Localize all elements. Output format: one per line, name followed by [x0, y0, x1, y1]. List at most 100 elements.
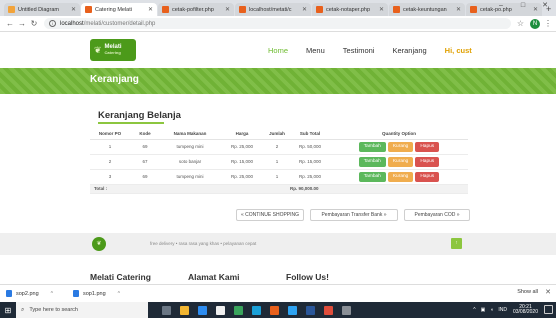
chevron-up-icon[interactable]: ^: [51, 291, 53, 297]
forward-arrow-icon[interactable]: →: [16, 19, 28, 28]
favicon-icon: [239, 6, 246, 13]
taskbar-apps: [162, 305, 360, 315]
show-all-button[interactable]: Show all: [517, 289, 538, 295]
clock[interactable]: 20:21 03/08/2020: [513, 304, 538, 316]
main-nav: Home Menu Testimoni Keranjang Hi, cust: [268, 32, 490, 68]
url-path: /melati/customer/detail.php: [83, 20, 156, 27]
table-header-row: Nomor PO Kode Nama Makanan Harga Jumlah …: [90, 129, 468, 140]
browser-tab[interactable]: Catering Melati ✕: [81, 3, 157, 16]
store-icon[interactable]: [216, 305, 225, 315]
language-indicator[interactable]: IND: [498, 307, 507, 313]
tambah-button[interactable]: Tambah: [358, 141, 386, 152]
hapus-button[interactable]: Hapus: [415, 171, 440, 182]
user-greeting[interactable]: Hi, cust: [445, 46, 472, 55]
minimize-button[interactable]: –: [490, 0, 512, 12]
vscode-icon[interactable]: [288, 305, 297, 315]
tambah-button[interactable]: Tambah: [358, 171, 386, 182]
browser-menu-icon[interactable]: ⋮: [544, 19, 552, 28]
notification-icon[interactable]: [544, 305, 553, 314]
continue-shopping-button[interactable]: « CONTINUE SHOPPING: [236, 209, 304, 221]
total-label: Total :: [90, 184, 290, 194]
cell-kode: 69: [130, 169, 160, 185]
kurang-button[interactable]: Kurang: [387, 141, 414, 152]
profile-avatar[interactable]: N: [530, 18, 540, 29]
back-to-top-button[interactable]: ↑: [451, 238, 462, 249]
nav-testimoni[interactable]: Testimoni: [343, 46, 375, 55]
file-explorer-icon[interactable]: [180, 305, 189, 315]
kurang-button[interactable]: Kurang: [387, 171, 414, 182]
bookmark-star-icon[interactable]: ☆: [517, 19, 524, 28]
promo-strip: ❦ free delivery • rasa rasa yang khas • …: [0, 233, 556, 255]
cell-harga: Rp. 15,000: [220, 154, 264, 170]
reload-icon[interactable]: ↻: [28, 19, 40, 28]
favicon-icon: [85, 6, 92, 13]
window-controls: – □ ✕: [490, 0, 556, 12]
kurang-button[interactable]: Kurang: [387, 156, 414, 167]
snipping-icon[interactable]: [342, 305, 351, 315]
col-harga: Harga: [220, 129, 264, 140]
tab-close-icon[interactable]: ✕: [302, 6, 307, 13]
browser-tab[interactable]: cetak-pofilter.php ✕: [158, 3, 234, 16]
transfer-bank-button[interactable]: Pembayaran Transfer Bank »: [310, 209, 398, 221]
xampp-icon[interactable]: [270, 305, 279, 315]
download-item[interactable]: sop2.png ^: [6, 290, 53, 297]
url-field[interactable]: i localhost/melati/customer/detail.php: [44, 18, 511, 29]
browser-tab[interactable]: cetak-notaper.php ✕: [312, 3, 388, 16]
taskbar-search-placeholder: Type here to search: [29, 307, 78, 313]
hapus-button[interactable]: Hapus: [415, 156, 440, 167]
back-arrow-icon[interactable]: ←: [4, 19, 16, 28]
site-logo[interactable]: ❦ Melati Catering: [90, 39, 136, 61]
browser-tab[interactable]: localhost/metati/c ✕: [235, 3, 311, 16]
cell-jumlah: 1: [264, 154, 290, 170]
volume-icon[interactable]: ◖: [490, 307, 493, 313]
tab-close-icon[interactable]: ✕: [71, 6, 76, 13]
cart-heading: Keranjang Belanja: [98, 110, 181, 121]
cell-subtotal: Rp. 15,000: [290, 154, 330, 170]
cell-jumlah: 1: [264, 169, 290, 185]
windows-taskbar: ⊞ ⌕ Type here to search ^ ▣ ◖ IND 20:21 …: [0, 302, 556, 318]
browser-tab[interactable]: Untitled Diagram ✕: [4, 3, 80, 16]
browser-tab[interactable]: cetak-keuntungan ✕: [389, 3, 465, 16]
tab-label: cetak-keuntungan: [403, 6, 447, 13]
tab-label: Untitled Diagram: [18, 6, 59, 13]
network-icon[interactable]: ▣: [481, 307, 486, 313]
chrome-icon[interactable]: [324, 305, 333, 315]
col-nama-makanan: Nama Makanan: [160, 129, 220, 140]
leaf-logo-icon: ❦: [94, 44, 102, 55]
col-jumlah: Jumlah: [264, 129, 290, 140]
table-row: 1 69 tumpeng mini Rp. 25,000 2 Rp. 50,00…: [90, 139, 468, 155]
info-icon[interactable]: i: [49, 20, 56, 27]
heading-underline: [98, 122, 164, 124]
cell-no: 3: [90, 169, 130, 185]
app-icon[interactable]: [234, 305, 243, 315]
cod-button[interactable]: Pembayaran COD »: [404, 209, 470, 221]
task-view-icon[interactable]: [162, 305, 171, 315]
chevron-up-icon[interactable]: ^: [118, 291, 120, 297]
hapus-button[interactable]: Hapus: [415, 141, 440, 152]
taskbar-search[interactable]: ⌕ Type here to search: [16, 302, 148, 318]
close-shelf-icon[interactable]: ✕: [545, 288, 551, 296]
tab-close-icon[interactable]: ✕: [379, 6, 384, 13]
nav-menu[interactable]: Menu: [306, 46, 325, 55]
mail-icon[interactable]: [252, 305, 261, 315]
nav-home[interactable]: Home: [268, 46, 288, 55]
cell-options: Tambah Kurang Hapus: [330, 139, 468, 155]
image-file-icon: [6, 290, 12, 297]
tray-chevron-icon[interactable]: ^: [473, 307, 475, 313]
download-filename: sop1.png: [83, 290, 106, 297]
table-row: 2 67 soto banjar Rp. 15,000 1 Rp. 15,000…: [90, 154, 468, 170]
maximize-button[interactable]: □: [512, 0, 534, 12]
tab-close-icon[interactable]: ✕: [148, 6, 153, 13]
cart-actions: « CONTINUE SHOPPING Pembayaran Transfer …: [0, 209, 556, 221]
tagline: free delivery • rasa rasa yang khas • pe…: [150, 241, 257, 246]
edge-icon[interactable]: [198, 305, 207, 315]
favicon-icon: [470, 6, 477, 13]
word-icon[interactable]: [306, 305, 315, 315]
tambah-button[interactable]: Tambah: [358, 156, 386, 167]
windows-start-icon[interactable]: ⊞: [0, 306, 16, 315]
nav-keranjang[interactable]: Keranjang: [392, 46, 426, 55]
tab-close-icon[interactable]: ✕: [225, 6, 230, 13]
tab-close-icon[interactable]: ✕: [456, 6, 461, 13]
close-window-button[interactable]: ✕: [534, 0, 556, 12]
download-item[interactable]: sop1.png ^: [73, 290, 120, 297]
